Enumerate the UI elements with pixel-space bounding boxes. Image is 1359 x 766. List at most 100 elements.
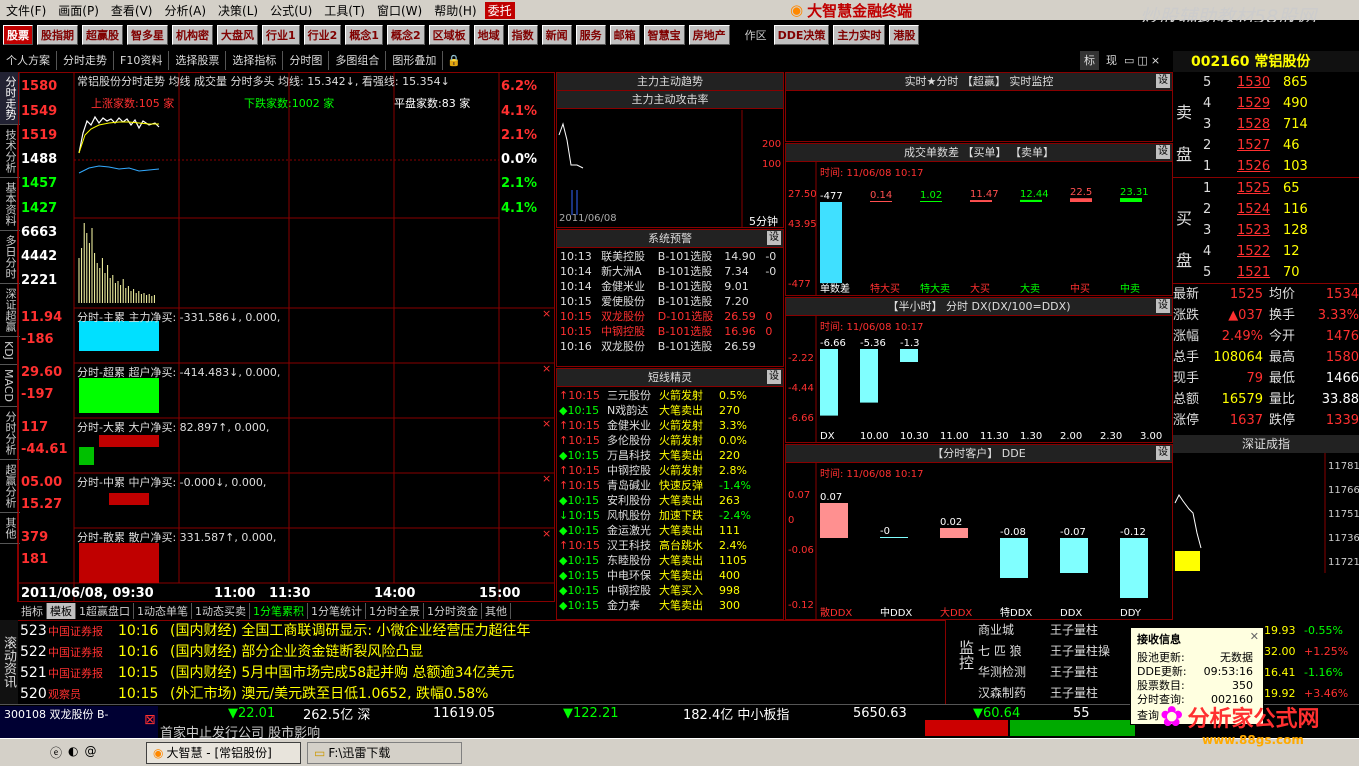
toolbar-btn-4[interactable]: 机构密	[172, 25, 213, 45]
bottom-tab-9[interactable]: 其他	[482, 603, 511, 619]
toolbar-btn-5[interactable]: 大盘风	[217, 25, 258, 45]
toolbar-btn-7[interactable]: 行业2	[303, 25, 342, 45]
vtab-4[interactable]: 深证超赢	[0, 284, 20, 337]
news-item[interactable]: 520 观察员 10:15 (外汇市场) 澳元/美元跌至日低1.0652, 跌幅0.5…	[0, 684, 945, 705]
bottom-tab-0[interactable]: 指标	[18, 603, 47, 619]
cust-settings-button[interactable]: 设	[1156, 446, 1170, 460]
buy-row[interactable]: 5 1521 70	[1173, 262, 1359, 283]
elf-row[interactable]: ↓10:15 风帆股份 加速下跌 -2.4%	[559, 508, 781, 523]
alert-row[interactable]: 10:15 爱使股份 B-101选股 7.20	[560, 294, 780, 309]
monitor-row[interactable]: 汉森制药 王子量柱	[946, 683, 1130, 704]
menu-item-0[interactable]: 文件(F)	[0, 2, 52, 19]
bottom-tab-7[interactable]: 1分时全景	[366, 603, 424, 619]
vtab-3[interactable]: 多日分时	[0, 231, 20, 284]
toolbar-btn-12[interactable]: 指数	[507, 25, 538, 45]
toolbar-btn-1[interactable]: 股指期	[37, 25, 78, 45]
subbar-btn-4[interactable]: 选择指标	[226, 51, 284, 70]
toolbar-right-btn-1[interactable]: DDE决策	[773, 25, 830, 45]
subchart-0-close-icon[interactable]: ×	[542, 307, 551, 320]
elf-row[interactable]: ↑10:15 青岛碱业 快速反弹 -1.4%	[559, 478, 781, 493]
menu-item-4[interactable]: 决策(L)	[212, 2, 264, 19]
menu-badge[interactable]: 委托	[484, 1, 515, 19]
subbar-btn-5[interactable]: 分时图	[283, 51, 330, 70]
elf-row[interactable]: ↑10:15 三元股份 火箭发射 0.5%	[559, 388, 781, 403]
vtab-7[interactable]: 分时分析	[0, 407, 20, 460]
buy-row[interactable]: 3 1523 128	[1173, 220, 1359, 241]
subbar-btn-6[interactable]: 多图组合	[329, 51, 387, 70]
vtab-9[interactable]: 其他	[0, 513, 20, 544]
sell-row[interactable]: 3 1528 714	[1173, 114, 1359, 135]
alert-row[interactable]: 10:13 联美控股 B-101选股 14.90 -0	[560, 249, 780, 264]
alert-row[interactable]: 10:16 双龙股份 B-101选股 26.59	[560, 339, 780, 354]
globe-icon[interactable]: ◐	[68, 744, 78, 761]
elf-row[interactable]: ◆10:15 金运激光 大笔卖出 111	[559, 523, 781, 538]
buy-row[interactable]: 1 1525 65	[1173, 178, 1359, 199]
toolbar-right-btn-0[interactable]: 作区	[741, 25, 770, 45]
toolbar-btn-14[interactable]: 服务	[575, 25, 606, 45]
bottom-tab-1[interactable]: 模板	[47, 603, 76, 619]
popup-close-icon[interactable]: ✕	[1250, 630, 1259, 643]
elf-row[interactable]: ◆10:15 中钢控股 大笔买入 998	[559, 583, 781, 598]
menu-item-3[interactable]: 分析(A)	[158, 2, 212, 19]
elf-row[interactable]: ↑10:15 金健米业 火箭发射 3.3%	[559, 418, 781, 433]
status-close-icon[interactable]: ⊠	[144, 712, 156, 728]
view-btn-biao[interactable]: 标	[1080, 51, 1099, 70]
monitor-label[interactable]: 监控	[957, 640, 976, 670]
elf-row[interactable]: ◆10:15 东睦股份 大笔卖出 1105	[559, 553, 781, 568]
subbar-btn-1[interactable]: 分时走势	[57, 51, 114, 70]
vtab-5[interactable]: KDJ	[0, 337, 17, 365]
elf-row[interactable]: ◆10:15 万昌科技 大笔卖出 220	[559, 448, 781, 463]
toolbar-btn-6[interactable]: 行业1	[262, 25, 300, 45]
toolbar-btn-10[interactable]: 区域板	[428, 25, 470, 45]
alert-row[interactable]: 10:14 金健米业 B-101选股 9.01	[560, 279, 780, 294]
bottom-tab-2[interactable]: 1超赢盘口	[76, 603, 134, 619]
monitor-row[interactable]: 商业城 王子量柱	[946, 620, 1130, 641]
elf-row[interactable]: ◆10:15 中电环保 大笔卖出 400	[559, 568, 781, 583]
view-btn-xian[interactable]: 现	[1102, 51, 1121, 70]
sell-row[interactable]: 4 1529 490	[1173, 93, 1359, 114]
toolbar-btn-3[interactable]: 智多星	[127, 25, 168, 45]
half-settings-button[interactable]: 设	[1156, 299, 1170, 313]
menu-item-1[interactable]: 画面(P)	[52, 2, 105, 19]
news-item[interactable]: 521 中国证券报 10:15 (国内财经) 5月中国市场完成58起并购 总额逾34亿…	[0, 663, 945, 684]
sell-row[interactable]: 1 1526 103	[1173, 156, 1359, 177]
toolbar-btn-13[interactable]: 新闻	[541, 25, 572, 45]
task-folder[interactable]: ▭ F:\迅雷下载	[307, 741, 462, 764]
vtab-2[interactable]: 基本资料	[0, 178, 20, 231]
toolbar-btn-16[interactable]: 智慧宝	[643, 25, 685, 45]
buy-row[interactable]: 2 1524 116	[1173, 199, 1359, 220]
at-icon[interactable]: @	[85, 744, 97, 761]
toolbar-btn-9[interactable]: 概念2	[386, 25, 425, 45]
news-item[interactable]: 523 中国证券报 10:16 (国内财经) 全国工商联调研显示: 小微企业经营压力超…	[0, 621, 945, 642]
toolbar-btn-11[interactable]: 地域	[473, 25, 504, 45]
diff-settings-button[interactable]: 设	[1156, 145, 1170, 159]
realtime-settings-button[interactable]: 设	[1156, 74, 1170, 88]
menu-item-8[interactable]: 帮助(H)	[428, 2, 482, 19]
toolbar-right-btn-3[interactable]: 港股	[889, 25, 920, 45]
vtab-1[interactable]: 技术分析	[0, 125, 20, 178]
bottom-tab-8[interactable]: 1分时资金	[424, 603, 482, 619]
menu-item-6[interactable]: 工具(T)	[318, 2, 371, 19]
sell-row[interactable]: 2 1527 46	[1173, 135, 1359, 156]
menu-item-5[interactable]: 公式(U)	[264, 2, 318, 19]
elf-row[interactable]: ◆10:15 N戏韵达 大笔卖出 270	[559, 403, 781, 418]
subbar-btn-0[interactable]: 个人方案	[0, 51, 57, 70]
vtab-6[interactable]: MACD	[0, 365, 17, 407]
ticker-side-label[interactable]: 滚动资讯	[0, 620, 18, 704]
toolbar-btn-2[interactable]: 超赢股	[82, 25, 123, 45]
alert-row[interactable]: 10:15 双龙股份 D-101选股 26.59 0	[560, 309, 780, 324]
subbar-btn-2[interactable]: F10资料	[114, 51, 170, 70]
alert-row[interactable]: 10:14 新大洲A B-101选股 7.34 -0	[560, 264, 780, 279]
bottom-tab-6[interactable]: 1分笔统计	[308, 603, 366, 619]
elf-row[interactable]: ↑10:15 多伦股份 火箭发射 0.0%	[559, 433, 781, 448]
toolbar-btn-17[interactable]: 房地产	[688, 25, 730, 45]
ie-icon[interactable]: ⓔ	[50, 744, 62, 761]
toolbar-right-btn-2[interactable]: 主力实时	[833, 25, 886, 45]
vtab-8[interactable]: 超赢分析	[0, 460, 20, 513]
restore-icon[interactable]: ◫	[1137, 51, 1147, 70]
elf-settings-button[interactable]: 设	[767, 370, 781, 384]
toolbar-btn-0[interactable]: 股票	[3, 25, 33, 45]
subbar-btn-3[interactable]: 选择股票	[169, 51, 227, 70]
bottom-tab-4[interactable]: 1动态买卖	[192, 603, 250, 619]
task-dzh[interactable]: ◉ 大智慧 - [常铝股份]	[146, 741, 301, 764]
